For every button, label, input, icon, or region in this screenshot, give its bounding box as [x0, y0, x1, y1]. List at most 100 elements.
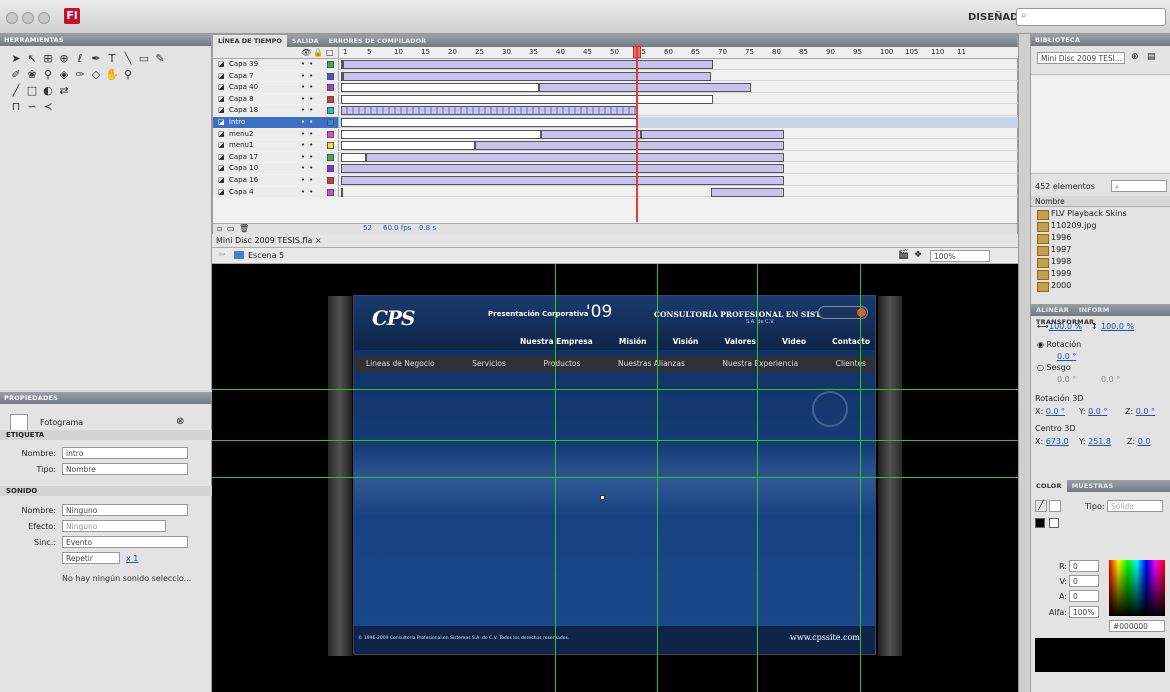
new-layer-icon[interactable]: ▫ — [217, 224, 222, 233]
timeline-frame-span[interactable] — [341, 118, 638, 127]
layer-visibility-dots[interactable]: •• — [301, 187, 317, 198]
text-tool-icon[interactable]: T — [104, 52, 120, 66]
timeline-layer-row[interactable]: ◪ Capa 40 •• — [213, 82, 1019, 93]
timeline-layer-row[interactable]: ◪ Capa 7 •• — [213, 70, 1019, 82]
layer-color-swatch[interactable] — [327, 84, 334, 92]
library-document-select[interactable]: Mini Disc 2009 TESI... — [1037, 52, 1125, 64]
time-readout[interactable]: 0.8 s — [419, 224, 436, 232]
rot3d-y-value[interactable]: 0.0 ° — [1088, 407, 1107, 416]
frame-ruler[interactable]: 1 5 10 15 20 25 30 35 40 45 50 55 60 65 … — [339, 47, 1019, 59]
center3d-x-field[interactable]: X: 673.0 — [1035, 437, 1069, 446]
layer-color-swatch[interactable] — [327, 72, 334, 80]
lasso-tool-icon[interactable]: ℓ — [72, 52, 88, 66]
stroke-color-icon[interactable]: ╱ — [8, 84, 24, 98]
etiqueta-section-header[interactable]: ETIQUETA — [0, 430, 212, 440]
help-icon[interactable]: ⊗ — [176, 416, 184, 427]
smooth-icon[interactable]: ∽ — [24, 100, 40, 114]
pen-tool-icon[interactable]: ✒ — [88, 52, 104, 66]
layer-color-swatch[interactable] — [327, 142, 334, 150]
edit-symbol-icon[interactable]: ❖ — [914, 250, 922, 260]
center3d-z-field[interactable]: Z: 0.0 — [1127, 437, 1150, 446]
current-frame-readout[interactable]: 52 — [363, 224, 372, 232]
stage-vertical-scrollbar[interactable] — [1018, 34, 1030, 692]
timeline-layer-row[interactable]: ◪ Capa 16 •• — [213, 175, 1019, 186]
timeline-frame-span[interactable] — [341, 164, 784, 174]
fill-color-icon[interactable]: □ — [24, 84, 40, 98]
tab-swatches[interactable]: MUESTRAS — [1067, 480, 1119, 492]
zoom-window-button[interactable] — [38, 12, 50, 24]
timeline-layer-row[interactable]: ◪ intro •• — [213, 117, 1019, 128]
scale-width-value[interactable]: 100.0 % — [1049, 322, 1082, 331]
timeline-layer-row[interactable]: ◪ Capa 39 •• — [213, 59, 1019, 70]
timeline-layer-row[interactable]: ◪ Capa 8 •• — [213, 93, 1019, 105]
skew-v-value[interactable]: 0.0 ° — [1101, 375, 1120, 384]
layer-visibility-dots[interactable]: •• — [301, 105, 317, 116]
rectangle-tool-icon[interactable]: ▭ — [136, 52, 152, 66]
timeline-layer-row[interactable]: ◪ Capa 10 •• — [213, 163, 1019, 174]
eye-icon[interactable]: 👁 — [301, 48, 311, 57]
layer-name-cell[interactable]: ◪ menu2 •• — [213, 128, 339, 140]
layer-visibility-dots[interactable]: •• — [301, 129, 317, 140]
layer-name-cell[interactable]: ◪ Capa 40 •• — [213, 82, 339, 93]
center3d-y-value[interactable]: 251.8 — [1088, 437, 1111, 446]
layer-name-cell[interactable]: ◪ menu1 •• — [213, 140, 339, 151]
timeline-layer-row[interactable]: ◪ Capa 17 •• — [213, 151, 1019, 163]
guide-vertical[interactable] — [657, 264, 658, 692]
label-type-select[interactable]: Nombre — [62, 463, 188, 475]
sync-select[interactable]: Evento — [62, 536, 188, 548]
layer-visibility-dots[interactable]: •• — [301, 117, 317, 128]
sound-name-select[interactable]: Ninguno — [62, 504, 188, 516]
layer-visibility-dots[interactable]: •• — [301, 71, 317, 82]
layer-color-swatch[interactable] — [327, 130, 334, 138]
alpha-input[interactable]: 100% — [1069, 606, 1099, 618]
rot3d-x-value[interactable]: 0.0 ° — [1046, 407, 1065, 416]
lock-icon[interactable]: 🔒 — [313, 48, 323, 57]
timeline-frame-span[interactable] — [539, 83, 751, 93]
center3d-x-value[interactable]: 673.0 — [1046, 437, 1069, 446]
green-input[interactable]: 0 — [1069, 575, 1099, 587]
timeline-frame-span[interactable] — [343, 71, 711, 81]
red-input[interactable]: 0 — [1069, 560, 1099, 572]
skew-h-value[interactable]: 0.0 ° — [1057, 375, 1076, 384]
layer-visibility-dots[interactable]: •• — [301, 152, 317, 163]
layer-visibility-dots[interactable]: •• — [301, 140, 317, 151]
color-spectrum[interactable] — [1109, 560, 1165, 616]
stroke-swatch-icon[interactable]: ╱ — [1035, 500, 1047, 512]
brush-tool-icon[interactable]: ✐ — [8, 68, 24, 82]
rot3d-x-field[interactable]: X: 0.0 ° — [1035, 407, 1065, 416]
layer-color-swatch[interactable] — [327, 119, 334, 126]
library-item[interactable]: 1996 — [1037, 232, 1071, 244]
frame-label-input[interactable]: intro — [62, 447, 188, 459]
layer-name-cell[interactable]: ◪ Capa 7 •• — [213, 70, 339, 82]
blue-input[interactable]: 0 — [1069, 590, 1099, 602]
layer-color-swatch[interactable] — [327, 95, 334, 103]
center3d-z-value[interactable]: 0.0 — [1138, 437, 1151, 446]
eyedropper-icon[interactable]: ✑ — [72, 68, 88, 82]
timeline-frame-span[interactable] — [341, 83, 539, 93]
layer-color-swatch[interactable] — [327, 107, 334, 115]
library-item[interactable]: FLV Playback Skins — [1037, 208, 1127, 220]
deco-tool-icon[interactable]: ❀ — [24, 68, 40, 82]
library-item[interactable]: 110209.jpg — [1037, 220, 1096, 232]
guide-horizontal[interactable] — [212, 477, 1018, 478]
close-window-button[interactable] — [6, 12, 18, 24]
layer-name-cell[interactable]: ◪ Capa 8 •• — [213, 93, 339, 105]
timeline-frame-span[interactable] — [711, 187, 784, 197]
timeline-layer-row[interactable]: ◪ Capa 4 •• — [213, 186, 1019, 198]
layer-name-cell[interactable]: ◪ Capa 4 •• — [213, 186, 339, 198]
timeline-layer-row[interactable]: ◪ Capa 18 •• — [213, 105, 1019, 116]
timeline-frame-span[interactable] — [341, 141, 475, 151]
free-transform-icon[interactable]: ⊞ — [40, 52, 56, 66]
timeline-frame-span[interactable] — [475, 141, 784, 151]
guide-vertical[interactable] — [757, 264, 758, 692]
no-color-icon[interactable] — [1049, 518, 1059, 528]
outline-icon[interactable]: □ — [326, 48, 334, 57]
hex-input[interactable]: #000000 — [1109, 620, 1165, 632]
zoom-tool-icon[interactable]: ⚲ — [120, 68, 136, 82]
timeline-frame-span[interactable] — [341, 176, 784, 185]
timeline-frame-span[interactable] — [341, 187, 343, 197]
repeat-select[interactable]: Repetir — [62, 552, 120, 564]
tab-info[interactable]: INFORM — [1074, 304, 1115, 316]
guide-vertical[interactable] — [860, 264, 861, 692]
library-search-input[interactable]: ⌕ — [1111, 180, 1167, 192]
